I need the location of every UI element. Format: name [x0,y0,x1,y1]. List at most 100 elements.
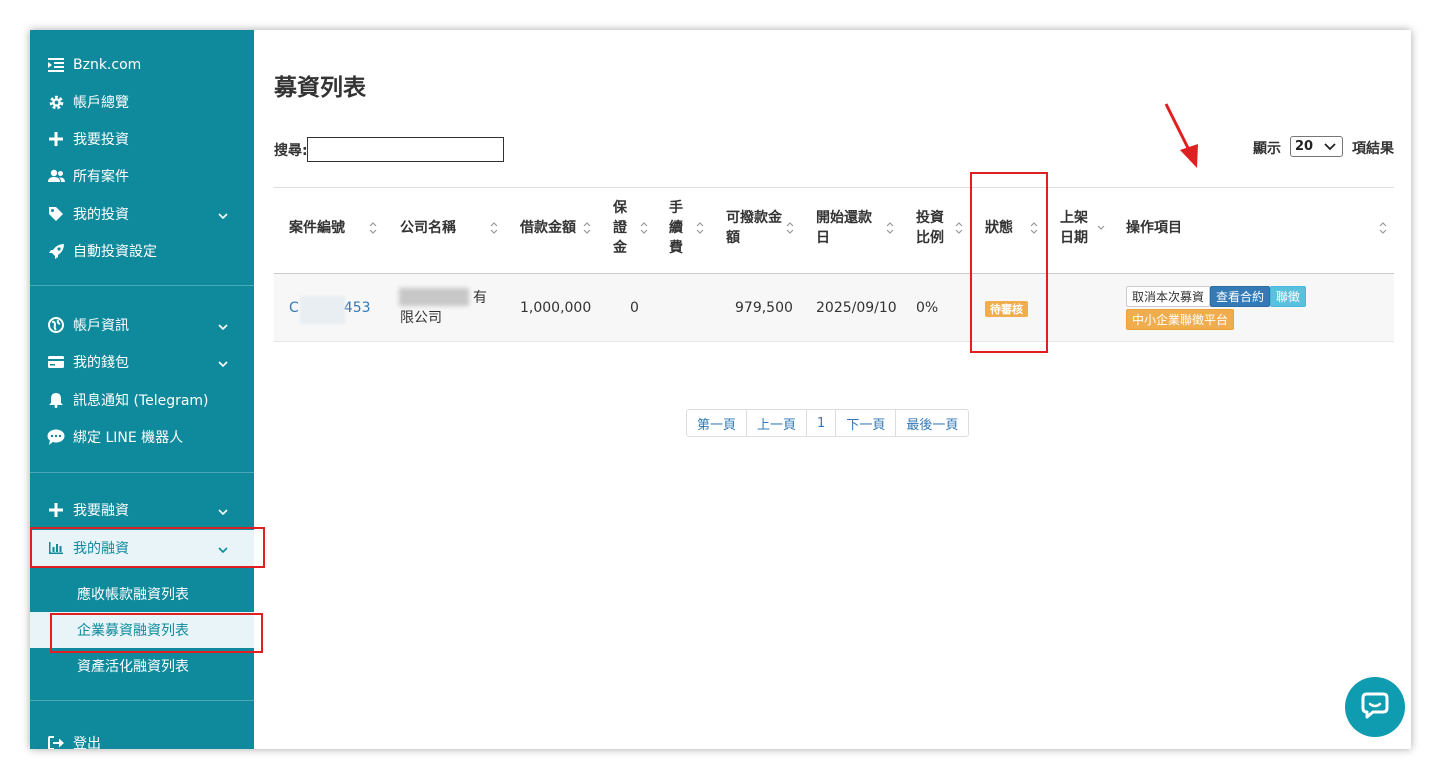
sidebar-item-label: 我要投資 [73,132,129,148]
view-contract-button[interactable]: 查看合約 [1210,286,1270,307]
col-header-deposit[interactable]: 保 證 金 [613,198,627,258]
col-header-company[interactable]: 公司名稱 [400,218,456,238]
sort-icon[interactable] [490,221,498,238]
bar-chart-icon [47,539,65,557]
sort-icon[interactable] [886,221,894,238]
menu-icon [47,56,65,74]
sidebar-item-my-investments[interactable]: 我的投資 [30,196,254,232]
redacted-company-name [399,288,469,306]
sidebar-item-account-info[interactable]: 帳戶資訊 [30,307,254,343]
col-header-loan-amount[interactable]: 借款金額 [520,218,576,238]
sort-icon[interactable] [369,221,377,238]
sidebar-item-label: 登出 [73,736,101,749]
page-size-select[interactable]: 20 [1290,136,1343,157]
sort-icon[interactable] [640,221,648,238]
sidebar-item-line-bot[interactable]: 綁定 LINE 機器人 [30,419,254,455]
sidebar-item-label: 我的錢包 [73,355,129,371]
header-line: 費 [669,240,683,256]
col-header-invest-ratio[interactable]: 投資 比例 [916,208,944,248]
page-last[interactable]: 最後一頁 [896,410,968,436]
status-badge: 待審核 [985,301,1028,317]
sidebar-item-all-cases[interactable]: 所有案件 [30,158,254,194]
sidebar-item-logout[interactable]: 登出 [30,725,254,749]
sidebar-subitem-label: 企業募資融資列表 [77,623,189,639]
sidebar-item-label: 綁定 LINE 機器人 [73,430,184,446]
rocket-icon [47,242,65,260]
col-header-actions[interactable]: 操作項目 [1126,218,1182,238]
invest-ratio: 0% [916,300,939,316]
sidebar-divider [30,472,254,473]
repay-start-date: 2025/09/10 [816,300,897,316]
credit-check-button[interactable]: 聯徵 [1270,286,1306,307]
sidebar-subitem-label: 資產活化融資列表 [77,659,189,675]
search-label: 搜尋: [274,143,308,159]
chevron-down-icon [218,503,228,519]
brand-link[interactable]: Bznk.com [30,47,254,83]
sidebar-item-auto-invest[interactable]: 自動投資設定 [30,233,254,269]
sidebar-item-label: 自動投資設定 [73,244,157,260]
col-header-listed-date[interactable]: 上架 日期 [1060,208,1088,248]
table-bottom-border [274,341,1394,342]
sidebar-item-label: 我的投資 [73,207,129,223]
header-line: 金 [613,240,627,256]
case-no-prefix: C [289,300,299,316]
sidebar-item-telegram[interactable]: 訊息通知 (Telegram) [30,382,254,418]
page-first[interactable]: 第一頁 [687,410,748,436]
search-input[interactable] [307,137,504,162]
col-header-status[interactable]: 狀態 [985,218,1013,238]
header-line: 開始還款 [816,210,872,226]
sort-icon[interactable] [1030,221,1038,238]
logout-icon [47,734,65,749]
chevron-down-icon [218,318,228,334]
page-prev[interactable]: 上一頁 [747,410,808,436]
sidebar-subitem-asset-activation[interactable]: 資產活化融資列表 [30,648,254,684]
case-no-suffix: 453 [343,300,371,316]
cancel-funding-button[interactable]: 取消本次募資 [1126,286,1210,307]
col-header-case-no[interactable]: 案件編號 [289,218,345,238]
page-current[interactable]: 1 [807,410,837,436]
pagination: 第一頁 上一頁 1 下一頁 最後一頁 [686,409,970,437]
chat-bubble-icon [47,428,65,446]
sme-platform-button[interactable]: 中小企業聯徵平台 [1126,309,1234,330]
sort-icon[interactable] [786,221,794,238]
chevron-down-icon [218,541,228,557]
company-name-line2: 限公司 [400,310,442,326]
header-line: 可撥款金 [726,210,782,226]
sort-icon[interactable] [583,221,591,238]
chevron-down-icon [218,355,228,371]
chevron-down-icon [218,207,228,223]
sort-icon[interactable] [696,221,704,238]
page-next[interactable]: 下一頁 [836,410,897,436]
app-window: Bznk.com 帳戶總覽 我要投資 所有案件 我的投資 自動投資設定 帳戶資訊… [30,30,1411,749]
sort-icon[interactable] [1379,221,1387,238]
deposit-value: 0 [630,300,639,316]
header-line: 日 [816,230,830,246]
sidebar-item-wallet[interactable]: 我的錢包 [30,344,254,380]
chevron-down-icon [1324,140,1336,155]
sidebar-item-invest[interactable]: 我要投資 [30,121,254,157]
header-line: 保 [613,200,627,216]
sidebar-subitem-crowdfunding[interactable]: 企業募資融資列表 [30,612,254,648]
sort-desc-icon[interactable] [1097,224,1105,235]
sidebar-item-my-financing[interactable]: 我的融資 [30,530,254,566]
annotation-arrow-icon [1164,103,1198,168]
brand-label: Bznk.com [73,57,142,73]
plus-icon [47,501,65,519]
plus-icon [47,130,65,148]
page-size-value: 20 [1295,139,1314,154]
sidebar-item-label: 帳戶總覽 [73,95,129,111]
sidebar-item-account-overview[interactable]: 帳戶總覽 [30,84,254,120]
col-header-fee[interactable]: 手 續 費 [669,198,683,258]
header-line: 續 [669,220,683,236]
sidebar-item-label: 我的融資 [73,541,129,557]
chat-widget-button[interactable] [1345,677,1405,737]
chat-icon [1360,690,1390,724]
header-line: 證 [613,220,627,236]
sidebar-subitem-receivables[interactable]: 應收帳款融資列表 [30,576,254,612]
sidebar-item-financing[interactable]: 我要融資 [30,492,254,528]
credit-card-icon [47,353,65,371]
sort-icon[interactable] [955,221,963,238]
sidebar-subitem-label: 應收帳款融資列表 [77,587,189,603]
col-header-disbursable[interactable]: 可撥款金 額 [726,208,782,248]
col-header-repay-start[interactable]: 開始還款 日 [816,208,872,248]
